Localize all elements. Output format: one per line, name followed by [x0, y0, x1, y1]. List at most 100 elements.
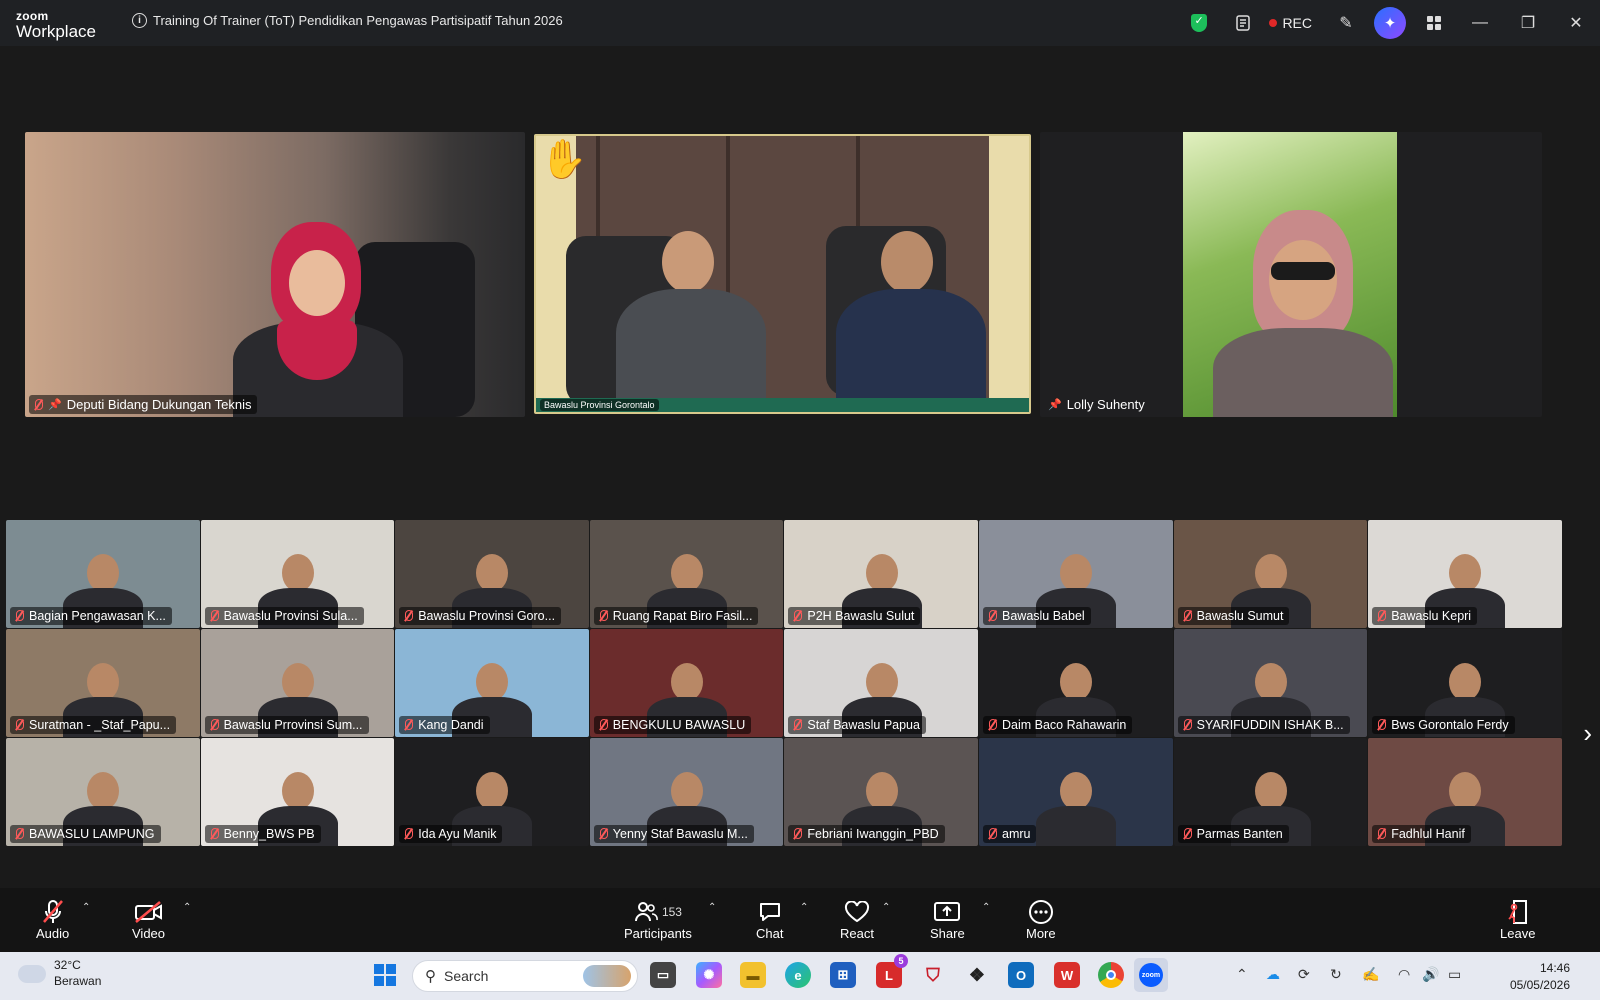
wifi-icon[interactable]: ◠ — [1398, 966, 1410, 983]
windows-start-icon[interactable] — [372, 962, 398, 988]
file-explorer-icon[interactable]: ▬ — [740, 962, 766, 988]
edge-browser-icon[interactable]: e — [785, 962, 811, 988]
minimize-icon[interactable]: — — [1456, 0, 1504, 46]
mic-muted-icon — [598, 828, 608, 840]
video-tile[interactable]: Suratman - _Staf_Papu... — [6, 629, 200, 737]
participant-name: Kang Dandi — [418, 718, 484, 732]
microsoft-store-icon[interactable]: ⊞ — [830, 962, 856, 988]
recording-indicator[interactable]: REC — [1265, 15, 1324, 31]
video-tile[interactable]: Bawaslu Babel — [979, 520, 1173, 628]
info-icon[interactable]: i — [132, 13, 147, 28]
mic-muted-icon — [41, 898, 65, 926]
taskbar-search-input[interactable]: ⚲ Search — [412, 960, 638, 992]
video-tile[interactable]: Parmas Banten — [1173, 738, 1368, 846]
video-tile[interactable]: Kang Dandi — [395, 629, 589, 737]
video-tile[interactable]: Fadhlul Hanif — [1368, 738, 1562, 846]
participant-name: amru — [1002, 827, 1031, 841]
audio-options-chevron-icon[interactable]: ⌃ — [82, 902, 90, 913]
video-tile[interactable]: P2H Bawaslu Sulut — [784, 520, 978, 628]
video-tile[interactable]: Benny_BWS PB — [200, 738, 395, 846]
video-tile[interactable]: Ida Ayu Manik — [395, 738, 589, 846]
leave-button[interactable]: Leave — [1500, 898, 1535, 941]
meeting-title[interactable]: i Training Of Trainer (ToT) Pendidikan P… — [132, 13, 563, 28]
video-tile[interactable]: amru — [979, 738, 1173, 846]
mic-muted-icon — [14, 719, 24, 731]
mcafee-icon[interactable]: ⛉ — [920, 962, 946, 988]
react-options-chevron-icon[interactable]: ⌃ — [882, 902, 890, 913]
app-l-icon[interactable]: L 5 — [876, 954, 908, 988]
mic-muted-icon — [209, 719, 219, 731]
participant-name-tag: Bws Gorontalo Ferdy — [1372, 716, 1515, 734]
video-tile[interactable]: Bawaslu Sumut — [1173, 520, 1368, 628]
wps-office-icon[interactable]: W — [1054, 962, 1080, 988]
chat-button[interactable]: Chat — [756, 898, 783, 941]
mic-muted-icon — [209, 828, 219, 840]
clock-date: 05/05/2026 — [1509, 977, 1570, 992]
security-shield-icon[interactable] — [1177, 0, 1221, 46]
audio-label: Audio — [36, 926, 70, 941]
video-tile[interactable]: BENGKULU BAWASLU — [589, 629, 784, 737]
video-tile[interactable]: Bws Gorontalo Ferdy — [1368, 629, 1562, 737]
participant-name-tag: Febriani Iwanggin_PBD — [788, 825, 945, 843]
video-tile-featured[interactable]: ✋ Bawaslu Provinsi Gorontalo — [534, 134, 1031, 414]
chrome-icon[interactable] — [1098, 962, 1124, 988]
video-options-chevron-icon[interactable]: ⌃ — [183, 902, 191, 913]
apps-icon[interactable] — [1412, 0, 1456, 46]
annotate-icon[interactable]: ✎ — [1324, 0, 1368, 46]
share-options-chevron-icon[interactable]: ⌃ — [982, 902, 990, 913]
participant-name: Lolly Suhenty — [1066, 397, 1145, 412]
heart-icon — [844, 898, 870, 926]
participants-icon — [634, 902, 658, 922]
audio-button[interactable]: Audio — [36, 898, 69, 941]
video-tile[interactable]: Bawaslu Kepri — [1368, 520, 1562, 628]
video-tile[interactable]: Bawaslu Prrovinsi Sum... — [200, 629, 395, 737]
video-tile[interactable]: SYARIFUDDIN ISHAK B... — [1173, 629, 1368, 737]
participant-name: Bagian Pengawasan K... — [29, 609, 166, 623]
outlook-icon[interactable]: O — [1008, 962, 1034, 988]
video-tile[interactable]: Ruang Rapat Biro Fasil... — [589, 520, 784, 628]
battery-icon[interactable]: ▭ — [1448, 966, 1461, 983]
video-tile[interactable]: Febriani Iwanggin_PBD — [784, 738, 978, 846]
dropbox-icon[interactable]: ❖ — [964, 962, 990, 988]
video-tile[interactable]: Bagian Pengawasan K... — [6, 520, 200, 628]
close-icon[interactable]: ✕ — [1552, 0, 1600, 46]
weather-widget[interactable]: 32°C Berawan — [18, 958, 101, 989]
copilot-icon[interactable]: ✺ — [696, 962, 722, 988]
next-page-icon[interactable]: › — [1583, 718, 1592, 749]
show-hidden-icons-chevron-icon[interactable]: ⌃ — [1236, 966, 1248, 983]
raised-hand-icon: ✋ — [540, 139, 588, 181]
share-button[interactable]: Share — [930, 898, 965, 941]
network-sync-icon[interactable]: ⟳ — [1298, 966, 1310, 983]
zoom-taskbar-app[interactable]: zoom — [1134, 958, 1168, 992]
participants-options-chevron-icon[interactable]: ⌃ — [708, 902, 716, 913]
participant-name-tag: Ida Ayu Manik — [399, 825, 503, 843]
participant-name: Daim Baco Rahawarin — [1002, 718, 1127, 732]
video-tile[interactable]: Daim Baco Rahawarin — [979, 629, 1173, 737]
onedrive-icon[interactable]: ☁ — [1266, 966, 1280, 983]
clock-time: 14:46 — [1539, 961, 1570, 975]
notes-icon[interactable] — [1221, 0, 1265, 46]
video-tile[interactable]: Bawaslu Provinsi Sula... — [200, 520, 395, 628]
video-tile-featured[interactable]: 📌 Deputi Bidang Dukungan Teknis — [25, 132, 525, 417]
refresh-icon[interactable]: ↻ — [1330, 966, 1342, 983]
video-tile[interactable]: Staf Bawaslu Papua — [784, 629, 978, 737]
participant-name-tag: P2H Bawaslu Sulut — [788, 607, 921, 625]
chat-options-chevron-icon[interactable]: ⌃ — [800, 902, 808, 913]
volume-icon[interactable]: 🔊 — [1422, 966, 1439, 983]
video-tile[interactable]: Bawaslu Provinsi Goro... — [395, 520, 589, 628]
video-tile[interactable]: BAWASLU LAMPUNG — [6, 738, 200, 846]
language-pen-icon[interactable]: ✍ — [1362, 966, 1379, 983]
restore-icon[interactable]: ❐ — [1504, 0, 1552, 46]
video-tile-featured[interactable]: 📌 Lolly Suhenty — [1040, 132, 1542, 417]
task-view-icon[interactable]: ▭ — [650, 962, 676, 988]
more-button[interactable]: More — [1026, 898, 1056, 941]
video-tile[interactable]: Yenny Staf Bawaslu M... — [589, 738, 784, 846]
weather-cloud-icon — [18, 958, 46, 983]
ai-companion-icon[interactable]: ✦ — [1374, 7, 1406, 39]
participant-name: Ruang Rapat Biro Fasil... — [612, 609, 753, 623]
react-button[interactable]: React — [840, 898, 874, 941]
search-highlight-image — [583, 965, 631, 987]
system-clock[interactable]: 14:46 05/05/2026 — [1510, 960, 1570, 994]
participants-button[interactable]: 153 Participants — [624, 898, 692, 941]
video-button[interactable]: Video — [132, 898, 165, 941]
